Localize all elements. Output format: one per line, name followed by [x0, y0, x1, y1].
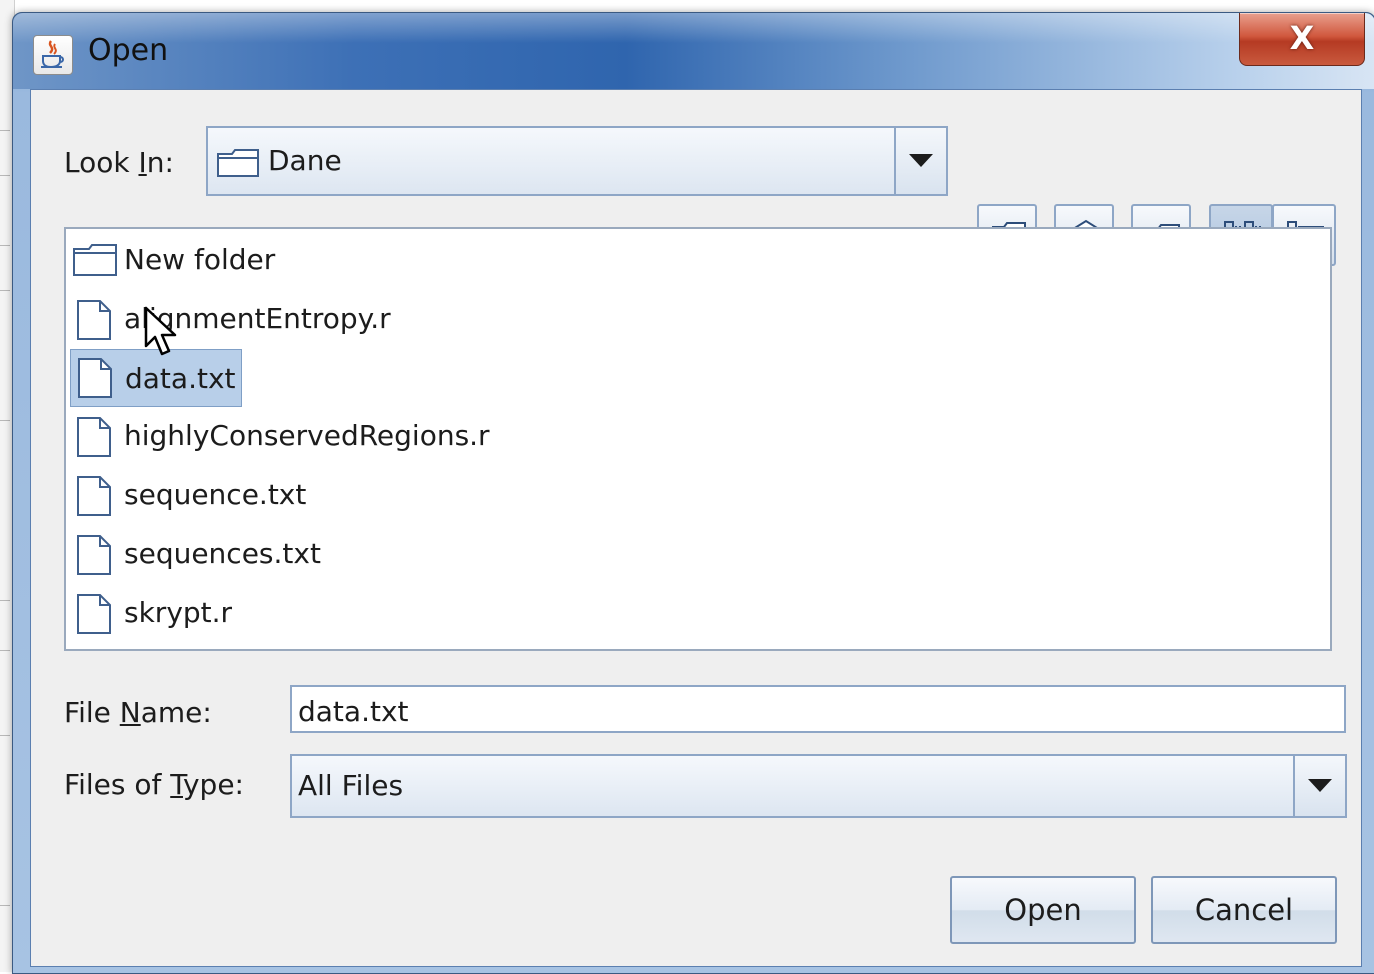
- title-bar[interactable]: Open X: [13, 13, 1374, 89]
- file-icon: [72, 300, 118, 347]
- chevron-down-icon: [1308, 779, 1332, 792]
- file-icon: [72, 417, 118, 464]
- chevron-down-icon: [909, 154, 933, 167]
- list-item-folder[interactable]: New folder: [70, 233, 330, 287]
- file-icon: [72, 594, 118, 641]
- file-name-input[interactable]: data.txt: [290, 685, 1346, 733]
- list-item-file[interactable]: highlyConservedRegions.r: [70, 409, 530, 463]
- file-icon: [72, 535, 118, 582]
- list-item-file[interactable]: sequence.txt: [70, 468, 350, 522]
- java-icon: [33, 35, 73, 75]
- file-name-label: New folder: [124, 243, 276, 276]
- folder-icon: [216, 146, 260, 182]
- file-list[interactable]: New folder alignmentEntropy.r data.txt h…: [64, 227, 1332, 651]
- close-button[interactable]: X: [1239, 13, 1365, 66]
- close-icon: X: [1289, 19, 1315, 57]
- file-name-label: highlyConservedRegions.r: [124, 419, 490, 452]
- mouse-cursor-icon: [144, 306, 184, 362]
- folder-icon: [72, 241, 118, 284]
- look-in-combo[interactable]: Dane: [206, 126, 948, 196]
- list-item-file[interactable]: alignmentEntropy.r: [70, 292, 430, 346]
- files-of-type-value: All Files: [298, 769, 404, 802]
- file-name-label: data.txt: [125, 362, 236, 395]
- look-in-dropdown-arrow[interactable]: [894, 128, 946, 194]
- list-item-file[interactable]: sequences.txt: [70, 527, 360, 581]
- file-name-label: sequence.txt: [124, 478, 307, 511]
- open-dialog: Open X Look In: Dane New folder alignmen…: [12, 12, 1374, 974]
- file-name-label: skrypt.r: [124, 596, 233, 629]
- file-name-label: sequences.txt: [124, 537, 321, 570]
- files-of-type-dropdown-arrow[interactable]: [1293, 756, 1345, 816]
- dialog-body: Look In: Dane New folder alignmentEntrop…: [30, 89, 1362, 967]
- file-name-value: data.txt: [298, 695, 409, 728]
- files-of-type-label: Files of Type:: [64, 768, 244, 801]
- file-icon: [73, 358, 119, 405]
- look-in-value: Dane: [268, 144, 342, 177]
- dialog-title: Open: [88, 33, 169, 68]
- open-button[interactable]: Open: [950, 876, 1136, 944]
- cancel-button[interactable]: Cancel: [1151, 876, 1337, 944]
- list-item-file[interactable]: skrypt.r: [70, 586, 290, 640]
- file-icon: [72, 476, 118, 523]
- look-in-label: Look In:: [64, 146, 174, 179]
- files-of-type-combo[interactable]: All Files: [290, 754, 1347, 818]
- file-name-label: File Name:: [64, 696, 212, 729]
